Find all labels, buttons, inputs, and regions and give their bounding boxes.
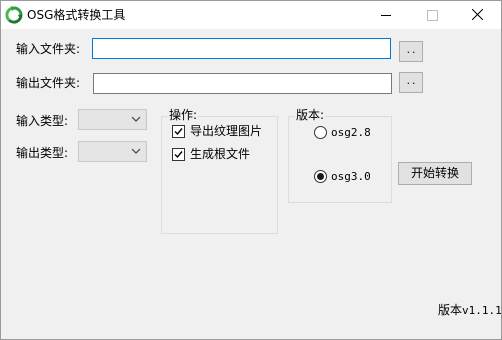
title-bar[interactable]: OSG格式转换工具 (1, 1, 501, 29)
output-type-label: 输出类型: (16, 146, 69, 160)
close-icon[interactable] (455, 1, 501, 29)
output-folder-label: 输出文件夹: (16, 76, 81, 90)
browse-output-button[interactable]: .. (399, 72, 423, 93)
osg28-radio[interactable] (314, 126, 327, 139)
input-type-select[interactable] (78, 109, 147, 130)
version-prefix: 版本 (438, 303, 463, 317)
generate-root-checkbox[interactable] (172, 148, 185, 161)
main-window: OSG格式转换工具 输入文件夹: .. 输出文件夹: .. 输入类型: 输出类型… (0, 0, 502, 340)
check-icon (174, 128, 183, 136)
chevron-down-icon (131, 148, 141, 154)
version-number: v1.1.1 (462, 304, 502, 317)
input-type-label: 输入类型: (16, 114, 69, 128)
minimize-icon[interactable] (363, 1, 409, 29)
input-folder-field[interactable] (92, 38, 391, 59)
browse-input-button[interactable]: .. (399, 41, 423, 62)
maximize-icon[interactable] (409, 1, 455, 29)
window-title: OSG格式转换工具 (27, 8, 126, 22)
generate-root-label[interactable]: 生成根文件 (190, 146, 250, 162)
check-icon (174, 151, 183, 159)
version-group-title: 版本: (295, 108, 326, 122)
osg28-label[interactable]: osg2.8 (331, 125, 371, 141)
operations-group-title: 操作: (168, 108, 199, 122)
output-folder-field[interactable] (93, 73, 392, 94)
output-type-select[interactable] (78, 141, 147, 162)
start-convert-button[interactable]: 开始转换 (398, 162, 472, 185)
export-texture-checkbox[interactable] (172, 125, 185, 138)
osg30-radio[interactable] (314, 170, 327, 183)
chevron-down-icon (131, 116, 141, 122)
app-recycle-icon (5, 6, 23, 24)
version-text: 版本v1.1.1 (438, 302, 502, 319)
osg30-label[interactable]: osg3.0 (331, 169, 371, 185)
export-texture-label[interactable]: 导出纹理图片 (190, 123, 262, 139)
input-folder-label: 输入文件夹: (16, 42, 81, 56)
